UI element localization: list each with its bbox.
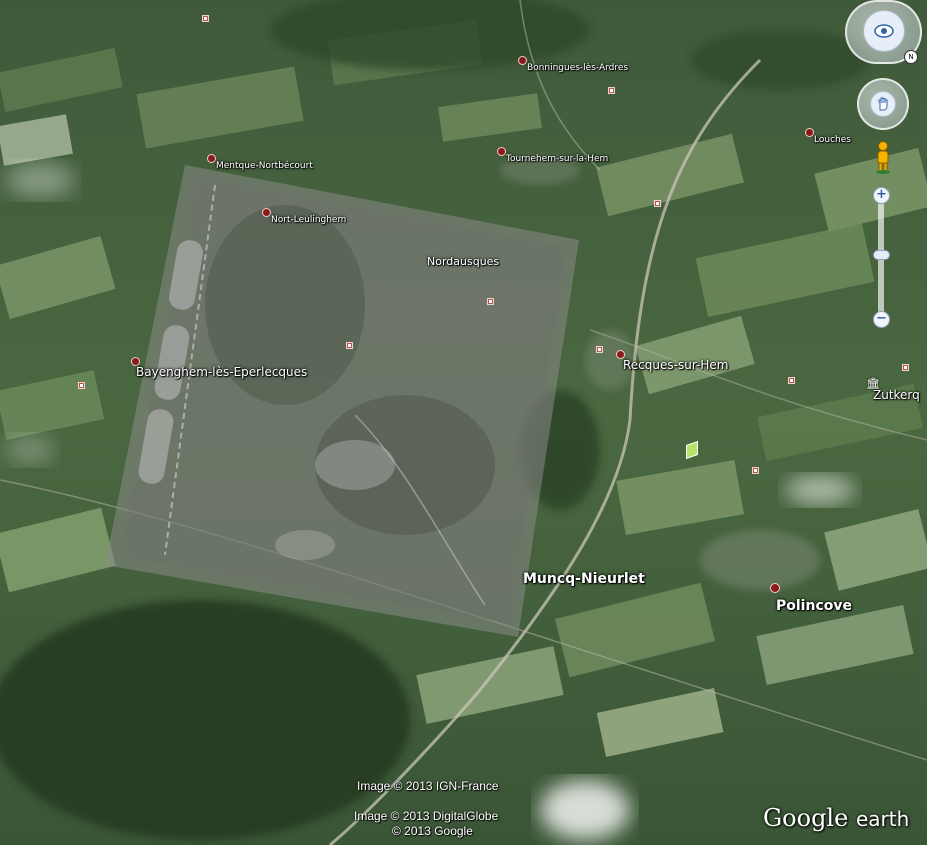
pegman-icon[interactable] bbox=[874, 140, 892, 174]
museum-icon[interactable]: 🏛 bbox=[866, 377, 880, 390]
place-muncq-nieurlet[interactable]: Muncq-Nieurlet bbox=[523, 571, 645, 587]
look-around-eye-icon[interactable] bbox=[863, 10, 905, 52]
place-tournehem[interactable]: Tournehem-sur-la-Hem bbox=[497, 138, 608, 164]
credit-google: © 2013 Google bbox=[392, 824, 473, 838]
place-bayenghem[interactable]: Bayenghem-lès-Eperlecques bbox=[131, 343, 307, 379]
place-polincove[interactable]: Polincove bbox=[770, 562, 852, 614]
zoom-in-button[interactable]: + bbox=[873, 187, 890, 204]
zoom-slider-track[interactable] bbox=[878, 202, 884, 318]
poi-marker[interactable] bbox=[902, 364, 909, 371]
place-louches[interactable]: Louches bbox=[805, 119, 851, 145]
aerial-photo-overlay[interactable] bbox=[105, 165, 579, 637]
poi-marker[interactable] bbox=[78, 382, 85, 389]
map-view[interactable]: Bonningues-lès-Ardres Louches Mentque-No… bbox=[0, 0, 927, 845]
place-nordausques[interactable]: Nordausques bbox=[427, 255, 499, 268]
credit-digitalglobe: Image © 2013 DigitalGlobe bbox=[354, 809, 499, 823]
poi-marker[interactable] bbox=[788, 377, 795, 384]
poi-marker[interactable] bbox=[487, 298, 494, 305]
place-dot bbox=[518, 55, 527, 65]
logo-brand: Google bbox=[763, 804, 849, 832]
zoom-out-button[interactable]: − bbox=[873, 311, 890, 328]
poi-marker[interactable] bbox=[608, 87, 615, 94]
place-dot bbox=[770, 583, 780, 593]
place-nort-leulinghem[interactable]: Nort-Leulinghem bbox=[262, 199, 346, 225]
place-zutkerque[interactable]: Zutkerq bbox=[873, 388, 920, 402]
rotate-north-icon[interactable]: N bbox=[904, 50, 918, 64]
poi-marker[interactable] bbox=[346, 342, 353, 349]
place-mentque[interactable]: Mentque-Nortbécourt bbox=[207, 145, 313, 171]
poi-marker[interactable] bbox=[202, 15, 209, 22]
zoom-slider-handle[interactable] bbox=[873, 250, 890, 260]
place-dot bbox=[497, 146, 506, 156]
place-dot bbox=[207, 153, 216, 163]
poi-marker[interactable] bbox=[596, 346, 603, 353]
logo-product: earth bbox=[855, 807, 910, 831]
poi-marker[interactable] bbox=[752, 467, 759, 474]
credit-ign: Image © 2013 IGN-France bbox=[357, 779, 499, 793]
google-earth-logo: Google earth bbox=[763, 804, 909, 832]
place-recques[interactable]: Recques-sur-Hem bbox=[616, 336, 728, 372]
place-dot bbox=[805, 127, 814, 137]
place-dot bbox=[262, 207, 271, 217]
hand-move-icon[interactable] bbox=[870, 91, 896, 117]
poi-marker[interactable] bbox=[654, 200, 661, 207]
place-bonningues[interactable]: Bonningues-lès-Ardres bbox=[518, 47, 628, 73]
